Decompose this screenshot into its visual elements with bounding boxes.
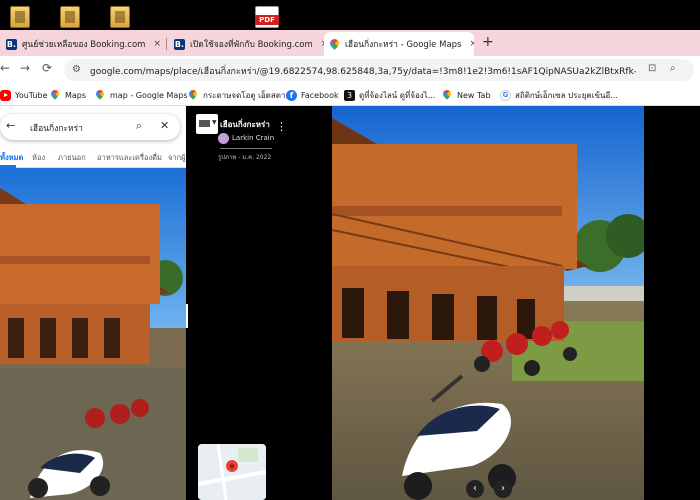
divider (220, 148, 272, 149)
tab-booking-list[interactable]: B. เปิดใช้จองที่พักกับ Booking.com × (168, 32, 324, 56)
tab-from-visitors[interactable]: จากผู้เ (168, 152, 186, 164)
tab-label: เปิดใช้จองที่พักกับ Booking.com (190, 40, 313, 50)
next-photo-button[interactable]: › (494, 480, 512, 498)
tab-booking-help[interactable]: B. ศูนย์ช่วยเหลือของ Booking.com × (0, 32, 164, 56)
url-text: google.com/maps/place/เฮือนกิ่งกะหร่า/@1… (90, 67, 636, 77)
close-icon[interactable]: × (469, 39, 474, 49)
bookmark-4[interactable]: กระดาษจดโอตู เอ็ดสตา... (188, 88, 293, 102)
search-icon[interactable]: ⌕ (136, 119, 142, 133)
tab-all[interactable]: ทั้งหมด (0, 152, 23, 164)
resort-photo-large (332, 106, 644, 500)
maps-side-panel: ← เฮือนกิ่งกะหร่า ⌕ ✕ ทั้งหมด ห้อง ภายนอ… (0, 106, 186, 500)
back-arrow-icon[interactable]: ← (0, 61, 10, 75)
maps-content: ← เฮือนกิ่งกะหร่า ⌕ ✕ ทั้งหมด ห้อง ภายนอ… (0, 106, 700, 500)
forward-arrow-icon[interactable]: → (20, 61, 30, 75)
previous-photo-button[interactable]: ‹ (466, 480, 484, 498)
main-photo[interactable]: ‹ › (332, 106, 644, 500)
address-bar[interactable]: ⚙ google.com/maps/place/เฮือนกิ่งกะหร่า/… (64, 59, 694, 81)
bookmark-8[interactable]: G สถิติกษ์เอ็กเซล ประยุคเข้นอี... (500, 88, 618, 102)
photo-info-panel: ▼ เฮือนกิ่งกะหร่า Larkin Crain รูปภาพ - … (188, 106, 332, 500)
chevron-down-icon: ▼ (212, 119, 217, 126)
tab-google-maps[interactable]: เฮือนกิ่งกะหร่า - Google Maps × (324, 32, 474, 56)
facebook-icon: f (286, 89, 297, 101)
search-box[interactable]: ← เฮือนกิ่งกะหร่า ⌕ ✕ (0, 114, 180, 140)
site-info-icon[interactable]: ⚙ (72, 64, 81, 75)
maps-icon (95, 90, 106, 101)
photo-thumbnail[interactable] (0, 168, 186, 500)
desktop-folder-icon[interactable] (110, 6, 130, 28)
close-icon[interactable]: ✕ (160, 119, 169, 132)
resort-photo-small (0, 168, 186, 500)
bookmark-6[interactable]: 3 ดูที่จ้องไลน์ ดูที่จ้องไ... (344, 88, 435, 102)
bookmark-new-tab[interactable]: New Tab (442, 88, 491, 102)
bookmarks-bar: YouTube Maps map - Google Maps กระดาษจดโ… (0, 84, 700, 106)
tab-strip: B. ศูนย์ช่วยเหลือของ Booking.com × B. เป… (0, 30, 700, 56)
image-icon (199, 120, 210, 127)
author-name[interactable]: Larkin Crain (232, 134, 274, 142)
bookmark-youtube[interactable]: YouTube (0, 88, 48, 102)
bookmark-label: YouTube (15, 90, 48, 100)
maps-icon (50, 90, 61, 101)
booking-icon: B. (174, 38, 185, 50)
google-maps-icon (330, 39, 339, 50)
bookmark-label: กระดาษจดโอตู เอ็ดสตา... (203, 90, 294, 100)
tab-label: เฮือนกิ่งกะหร่า - Google Maps (345, 40, 462, 50)
bookmark-label: ดูที่จ้องไลน์ ดูที่จ้องไ... (359, 90, 436, 100)
tab-exterior[interactable]: ภายนอก (58, 152, 86, 164)
bookmark-facebook[interactable]: f Facebook (286, 88, 339, 102)
back-arrow-icon[interactable]: ← (6, 119, 15, 132)
zoom-icon[interactable]: ⌕ (670, 63, 676, 74)
mini-map[interactable] (198, 444, 266, 500)
desktop-folder-icon[interactable] (60, 6, 80, 28)
tab-rooms[interactable]: ห้อง (32, 152, 45, 164)
place-title: เฮือนกิ่งกะหร่า (220, 120, 270, 129)
booking-icon: B. (6, 38, 17, 50)
bookmark-label: map - Google Maps (110, 90, 188, 100)
install-icon[interactable]: ⊡ (648, 63, 656, 74)
search-input[interactable]: เฮือนกิ่งกะหร่า (30, 121, 83, 135)
tab-label: ศูนย์ช่วยเหลือของ Booking.com (22, 40, 146, 50)
tab-food-drink[interactable]: อาหารและเครื่องดื่ม (97, 152, 162, 164)
more-options-icon[interactable]: ⋮ (276, 120, 287, 133)
maps-icon (442, 90, 453, 101)
photo-date: รูปภาพ - ม.ค. 2022 (218, 154, 272, 161)
maps-icon (188, 90, 199, 101)
close-icon[interactable]: × (153, 39, 161, 49)
photo-type-menu[interactable]: ▼ (196, 114, 218, 134)
desktop-icon-bar: PDF (0, 0, 700, 30)
bookmark-maps[interactable]: Maps (50, 88, 86, 102)
bookmark-label: สถิติกษ์เอ็กเซล ประยุคเข้นอี... (515, 90, 618, 100)
bookmark-label: Facebook (301, 90, 339, 100)
desktop-folder-icon[interactable] (10, 6, 30, 28)
reload-icon[interactable]: ⟳ (42, 61, 52, 75)
mini-map-graphic (198, 444, 266, 500)
viewer-background (644, 106, 700, 500)
new-tab-button[interactable]: + (482, 34, 494, 50)
site-3-icon: 3 (344, 89, 355, 101)
bookmark-map-google[interactable]: map - Google Maps (95, 88, 188, 102)
bookmark-label: New Tab (457, 90, 491, 100)
browser-toolbar: ← → ⟳ ⚙ google.com/maps/place/เฮือนกิ่งก… (0, 56, 700, 84)
photo-category-tabs: ทั้งหมด ห้อง ภายนอก อาหารและเครื่องดื่ม … (0, 148, 186, 168)
desktop-pdf-icon[interactable]: PDF (255, 6, 279, 28)
avatar[interactable] (218, 133, 229, 144)
bookmark-label: Maps (65, 90, 87, 100)
youtube-icon (0, 89, 11, 101)
google-icon: G (500, 89, 511, 101)
